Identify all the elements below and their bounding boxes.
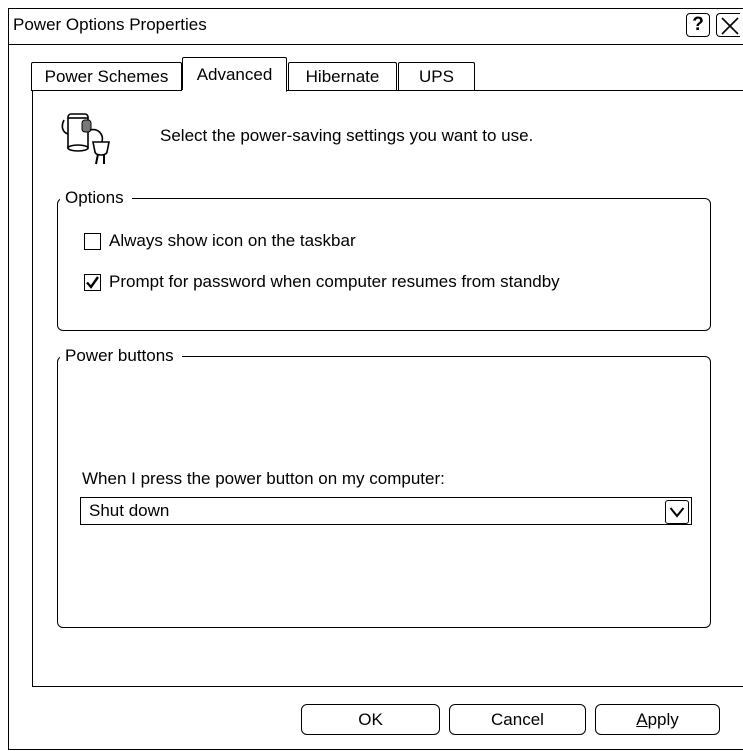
options-groupbox — [57, 198, 711, 331]
always-show-icon-checkbox[interactable] — [84, 233, 101, 250]
tab-power-schemes[interactable]: Power Schemes — [31, 62, 182, 91]
tab-ups[interactable]: UPS — [398, 62, 475, 91]
checkmark-icon — [86, 276, 99, 289]
apply-label: pply — [647, 709, 679, 729]
select-dropdown-button[interactable] — [665, 500, 689, 524]
tab-advanced[interactable]: Advanced — [182, 57, 287, 92]
window-title: Power Options Properties — [13, 15, 207, 34]
tab-hibernate[interactable]: Hibernate — [288, 62, 397, 91]
help-button[interactable]: ? — [686, 13, 710, 37]
chevron-down-icon — [669, 507, 685, 518]
cancel-button[interactable]: Cancel — [449, 704, 586, 735]
power-button-action-select[interactable]: Shut down — [80, 497, 692, 525]
select-value: Shut down — [89, 501, 170, 520]
options-legend: Options — [60, 188, 132, 208]
prompt-password-checkbox[interactable] — [84, 274, 101, 291]
power-buttons-legend: Power buttons — [60, 346, 182, 366]
intro-text: Select the power-saving settings you wan… — [160, 126, 534, 145]
active-tab-gap — [182, 90, 286, 92]
power-button-action-label: When I press the power button on my comp… — [82, 469, 445, 488]
power-plug-icon — [61, 113, 110, 165]
titlebar-divider — [9, 44, 743, 45]
power-buttons-groupbox — [57, 356, 711, 628]
apply-button[interactable]: Apply — [595, 704, 720, 735]
close-button[interactable] — [716, 13, 740, 37]
always-show-icon-label[interactable]: Always show icon on the taskbar — [109, 231, 356, 251]
close-icon — [720, 17, 739, 35]
apply-mnemonic: A — [636, 709, 648, 729]
prompt-password-label[interactable]: Prompt for password when computer resume… — [109, 272, 560, 292]
ok-button[interactable]: OK — [301, 704, 440, 735]
help-icon: ? — [692, 14, 704, 35]
